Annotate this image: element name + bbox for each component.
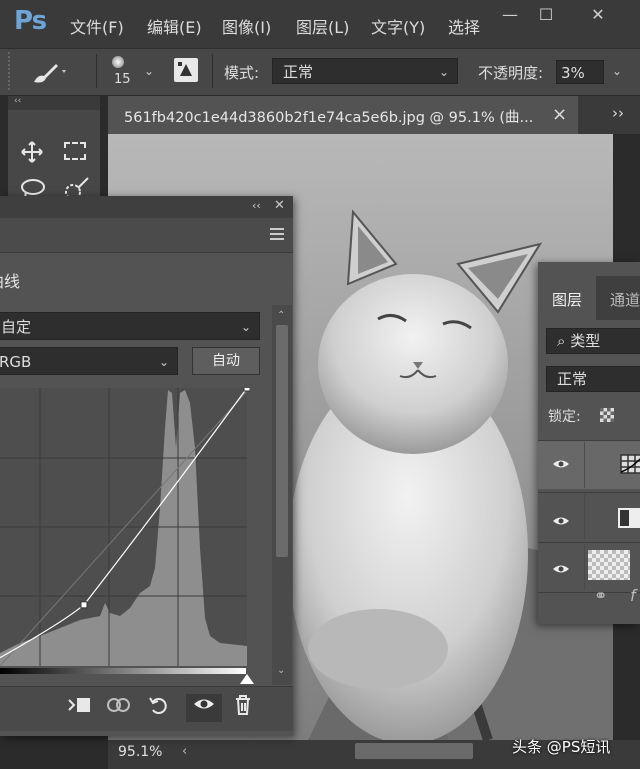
- brush-tool-icon[interactable]: [30, 58, 66, 90]
- scrollbar-thumb[interactable]: [276, 325, 288, 557]
- brush-preset-icon[interactable]: [112, 56, 124, 68]
- tab-close-icon[interactable]: ×: [552, 104, 567, 125]
- eye-icon[interactable]: [552, 455, 570, 474]
- layer-filter-select[interactable]: ⌕ 类型: [546, 328, 640, 354]
- opacity-label: 不透明度:: [478, 64, 544, 82]
- collapse-icon[interactable]: ‹‹: [14, 96, 21, 106]
- mode-label: 模式:: [224, 64, 260, 82]
- brush-panel-icon[interactable]: [174, 58, 198, 82]
- panel-menu-icon[interactable]: [270, 228, 284, 240]
- layers-panel-footer: [538, 592, 640, 625]
- panel-expand-icon[interactable]: ››: [612, 104, 624, 122]
- mode-select[interactable]: 正常 ⌄: [272, 58, 458, 84]
- photoshop-logo: Ps: [14, 6, 47, 36]
- tab-layers-label: 图层: [552, 291, 583, 309]
- close-button[interactable]: ✕: [582, 2, 614, 28]
- fx-icon[interactable]: f: [630, 586, 636, 605]
- layer-filter-value: 类型: [570, 332, 601, 350]
- layer-thumbnail: [588, 550, 630, 580]
- horizontal-scrollbar[interactable]: [355, 743, 473, 759]
- chevron-down-icon[interactable]: ⌄: [144, 64, 154, 78]
- document-tab-title: 561fb420c1e44d3860b2f1e74ca5e6b.jpg @ 95…: [124, 110, 534, 126]
- tools-panel-header: ‹‹: [8, 96, 100, 110]
- menu-select[interactable]: 选择: [448, 14, 480, 38]
- auto-button[interactable]: 自动: [192, 347, 260, 375]
- eye-icon[interactable]: [552, 512, 570, 531]
- restore-button[interactable]: ☐: [530, 2, 562, 28]
- opacity-value: 3%: [561, 64, 585, 82]
- chevron-down-icon: ⌄: [240, 320, 251, 334]
- preset-value: 自定: [1, 318, 32, 336]
- brush-size: 15: [114, 72, 131, 87]
- white-point-slider[interactable]: [240, 674, 254, 684]
- eye-icon[interactable]: [552, 560, 570, 579]
- zoom-level[interactable]: 95.1%: [118, 744, 162, 760]
- view-previous-icon[interactable]: [104, 694, 134, 722]
- curves-panel-tabbar: [0, 218, 293, 253]
- mode-value: 正常: [283, 63, 314, 81]
- reset-icon[interactable]: [144, 694, 174, 722]
- clip-to-layer-icon[interactable]: [64, 694, 94, 722]
- menu-layer[interactable]: 图层(L): [296, 14, 349, 38]
- output-gradient-bar: [0, 668, 246, 674]
- watermark: 头条 @PS短讯: [512, 738, 611, 756]
- blend-mode-select[interactable]: 正常: [546, 366, 640, 392]
- blend-mode-value: 正常: [557, 370, 588, 388]
- delete-icon[interactable]: [228, 694, 258, 722]
- lock-label: 锁定:: [548, 409, 581, 425]
- curves-graph[interactable]: [0, 388, 250, 668]
- menu-image[interactable]: 图像(I): [222, 14, 271, 38]
- menu-edit[interactable]: 编辑(E): [147, 14, 202, 38]
- curves-panel-header: [0, 196, 293, 218]
- mask-thumbnail-icon: [618, 508, 640, 528]
- chevron-down-icon: ⌄: [438, 65, 449, 79]
- move-icon[interactable]: [20, 140, 44, 168]
- curves-adjustment-icon: [620, 454, 640, 478]
- visibility-icon[interactable]: [186, 694, 222, 722]
- menu-type[interactable]: 文字(Y): [371, 14, 425, 38]
- chevron-down-icon: ⌄: [158, 355, 169, 369]
- scroll-left-icon[interactable]: ‹: [182, 744, 187, 759]
- channel-value: RGB: [0, 353, 32, 371]
- minimize-button[interactable]: —: [494, 2, 526, 28]
- link-icon[interactable]: ⚭: [594, 586, 607, 605]
- scroll-down-icon[interactable]: ⌄: [277, 665, 285, 676]
- scroll-up-icon[interactable]: ⌃: [277, 310, 285, 321]
- menu-file[interactable]: 文件(F): [70, 14, 124, 38]
- curve-control-point[interactable]: [243, 388, 250, 392]
- preset-select[interactable]: 自定 ⌄: [0, 312, 260, 340]
- chevron-down-icon[interactable]: ⌄: [612, 64, 622, 78]
- tab-channels[interactable]: 通道: [610, 289, 640, 310]
- marquee-icon[interactable]: [64, 142, 86, 160]
- close-icon[interactable]: ✕: [274, 198, 285, 213]
- window-controls: — ☐ ✕: [490, 0, 640, 30]
- channel-select[interactable]: RGB ⌄: [0, 347, 178, 375]
- lock-transparency-icon[interactable]: [600, 408, 614, 422]
- opacity-input[interactable]: 3%: [556, 60, 604, 84]
- curves-title: 曲线: [0, 272, 21, 291]
- options-grip[interactable]: [8, 52, 16, 90]
- search-icon: ⌕: [557, 332, 566, 350]
- collapse-icon[interactable]: ‹‹: [252, 199, 261, 212]
- curve-control-point[interactable]: [80, 601, 88, 609]
